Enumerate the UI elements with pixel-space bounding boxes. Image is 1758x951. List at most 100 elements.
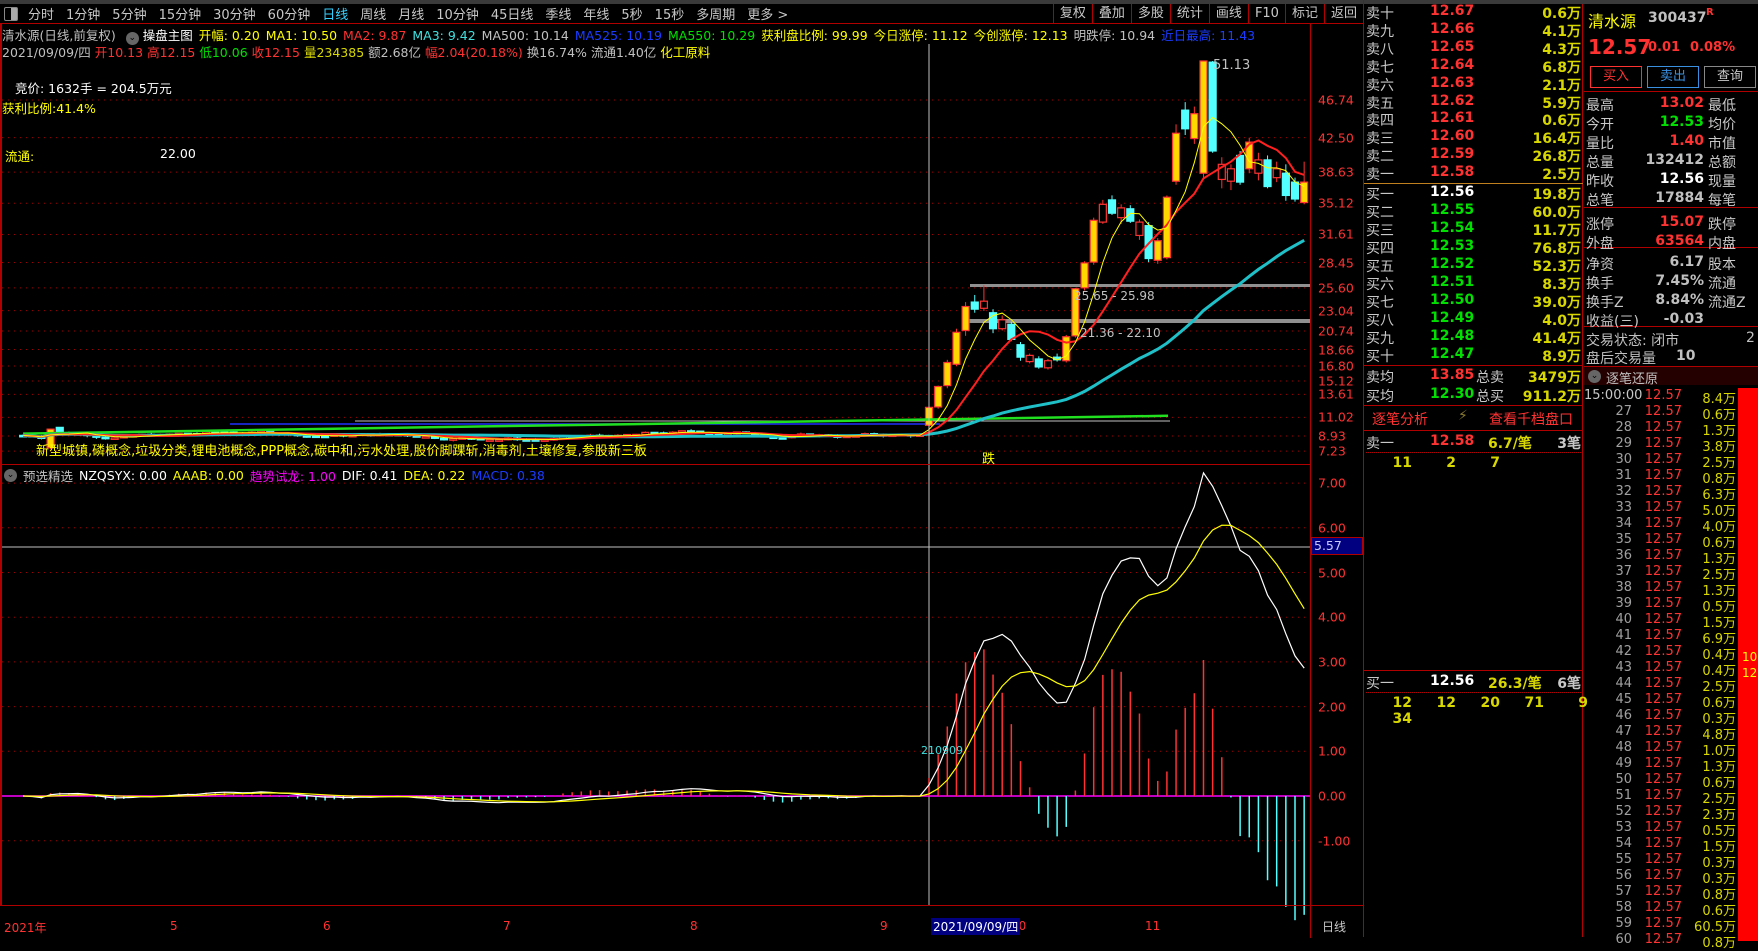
tick-price: 12.57 (1644, 452, 1682, 467)
tick-time: 35 (1615, 532, 1632, 547)
level-price: 12.49 (1430, 310, 1475, 326)
ask-level[interactable]: 卖三 12.60 16.4万 (1366, 128, 1581, 147)
price-tick-label: 11.02 (1318, 409, 1354, 425)
candle-down (311, 435, 321, 439)
stat-label-2: 现量 (1708, 174, 1736, 190)
stat-label-2: 每笔 (1708, 193, 1736, 209)
ask-level[interactable]: 卖一 12.58 2.5万 (1366, 164, 1581, 183)
tick-row: 48 12.57 1.0万 (1584, 740, 1738, 759)
quote-stat-row: 换手 7.45% 流通 (1586, 273, 1758, 292)
macd-tick-label: 1.00 (1318, 743, 1346, 759)
zone-line-upper (970, 284, 1310, 287)
stat-value: -0.03 (1663, 311, 1704, 327)
candle-down (970, 301, 979, 310)
stat-label-2: 跌停 (1708, 217, 1736, 233)
level-price: 12.62 (1430, 92, 1475, 109)
avg-price: 12.30 (1430, 386, 1475, 402)
ma5-line (23, 116, 1305, 441)
level-volume: 8.3万 (1542, 277, 1581, 293)
query-button[interactable]: 查询 (1704, 66, 1756, 88)
bid-level[interactable]: 买五 12.52 52.3万 (1366, 256, 1581, 275)
tick-row: 45 12.57 0.6万 (1584, 692, 1738, 711)
period-label[interactable]: 日线 (1322, 918, 1346, 935)
tick-row: 58 12.57 0.6万 (1584, 900, 1738, 919)
level-label: 买五 (1366, 259, 1394, 275)
tick-row: 56 12.57 0.3万 (1584, 868, 1738, 887)
zone-label-lower: 21.36 - 22.10 (1080, 326, 1161, 340)
quote-stat-row: 收益(三) -0.03 (1586, 311, 1758, 330)
bid-level[interactable]: 买十 12.47 8.9万 (1366, 346, 1581, 365)
bid-level[interactable]: 买四 12.53 76.8万 (1366, 238, 1581, 257)
queue-order: 12 (1436, 695, 1456, 711)
subchart-indicator-value: DIF: 0.41 (341, 468, 398, 483)
collapse-icon[interactable]: ⌄ (1588, 370, 1601, 383)
tick-row: 30 12.57 2.5万 (1584, 452, 1738, 471)
stat-label-2: 股本 (1708, 257, 1736, 273)
bid-level[interactable]: 买一 12.56 19.8万 (1366, 184, 1581, 203)
tick-list-header[interactable]: ⌄ 逐笔还原 (1584, 366, 1758, 387)
candle-down (1281, 172, 1290, 197)
ask-level[interactable]: 卖二 12.59 26.8万 (1366, 146, 1581, 165)
dropdown-icon[interactable]: ⌄ (4, 469, 17, 482)
tick-time: 27 (1615, 404, 1632, 419)
tick-price: 12.57 (1644, 900, 1682, 915)
candle-down (778, 437, 787, 440)
level-label: 买二 (1366, 205, 1394, 221)
buy-button[interactable]: 买入 (1590, 66, 1642, 88)
tick-time: 49 (1615, 756, 1632, 771)
tick-price: 12.57 (1644, 692, 1682, 707)
level-volume: 39.0万 (1532, 295, 1581, 311)
level-volume: 19.8万 (1532, 187, 1581, 203)
candle-up (1272, 168, 1281, 179)
ask-level[interactable]: 卖四 12.61 0.6万 (1366, 110, 1581, 129)
ask-level[interactable]: 卖五 12.62 5.9万 (1366, 92, 1581, 112)
price-tick-label: 13.61 (1318, 386, 1354, 402)
tick-row: 33 12.57 5.0万 (1584, 500, 1738, 519)
bid-level[interactable]: 买六 12.51 8.3万 (1366, 274, 1581, 293)
stat-label-2: 内盘 (1708, 236, 1736, 252)
tick-price: 12.57 (1644, 420, 1682, 435)
tick-price: 12.57 (1644, 468, 1682, 483)
bid-level[interactable]: 买三 12.54 11.7万 (1366, 220, 1581, 239)
tick-row: 43 12.57 0.4万 (1584, 660, 1738, 679)
ask-level[interactable]: 卖七 12.64 6.8万 (1366, 57, 1581, 76)
level-volume: 60.0万 (1532, 205, 1581, 221)
ask-level[interactable]: 卖九 12.66 4.1万 (1366, 21, 1581, 40)
level-label: 买十 (1366, 349, 1394, 365)
candle-up (1199, 60, 1208, 174)
level-price: 12.51 (1430, 274, 1475, 290)
bid-level[interactable]: 买七 12.50 39.0万 (1366, 292, 1581, 311)
macd-tick-label: -1.00 (1318, 833, 1351, 849)
ask-level[interactable]: 卖十 12.67 0.6万 (1366, 3, 1581, 22)
ask-avg-row: 卖均 13.85 总卖 3479万 (1366, 367, 1581, 386)
time-tick-label: 8 (690, 919, 698, 933)
macd-tick-label: 4.00 (1318, 609, 1346, 625)
tick-row: 28 12.57 1.3万 (1584, 420, 1738, 439)
stat-label-2: 最低 (1708, 98, 1736, 114)
bid-level[interactable]: 买八 12.49 4.0万 (1366, 310, 1581, 329)
tick-price: 12.57 (1644, 820, 1682, 835)
view-depth-link[interactable]: 查看千档盘口 (1489, 409, 1573, 429)
ask-level[interactable]: 卖八 12.65 4.3万 (1366, 39, 1581, 58)
ask-level[interactable]: 卖六 12.63 2.1万 (1366, 75, 1581, 94)
sell-button[interactable]: 卖出 (1647, 66, 1699, 88)
quote-stat-row: 净资 6.17 股本 (1586, 254, 1758, 273)
stat-label-2: 流通Z (1708, 295, 1746, 311)
tick-list[interactable]: 15:00:00 12.57 8.4万 27 12.57 0.6万 28 12.57 1.3万 2… (1584, 388, 1758, 951)
queue-order: 11 (1392, 455, 1412, 471)
tick-time: 52 (1615, 804, 1632, 819)
stat-label: 换手 (1586, 276, 1614, 292)
bid-level[interactable]: 买九 12.48 41.4万 (1366, 328, 1581, 347)
tick-analysis-link[interactable]: 逐笔分析 (1372, 409, 1428, 429)
tick-time: 31 (1615, 468, 1632, 483)
time-axis: 2021年5678910112021/09/09/四日线 (0, 905, 1363, 938)
stat-label: 涨停 (1586, 217, 1614, 233)
quote-panel: 清水源 300437 R 12.57 0.01 0.08% 买入 卖出 查询 最高 13.02 最低今… (1584, 4, 1758, 951)
tick-time: 36 (1615, 548, 1632, 563)
tick-price: 12.57 (1644, 852, 1682, 867)
stock-flag: R (1706, 7, 1714, 18)
quote-stat-row: 外盘 63564 内盘 (1586, 233, 1758, 252)
queue-divider (1366, 452, 1581, 453)
last-price: 12.57 (1588, 35, 1652, 59)
bid-level[interactable]: 买二 12.55 60.0万 (1366, 202, 1581, 221)
